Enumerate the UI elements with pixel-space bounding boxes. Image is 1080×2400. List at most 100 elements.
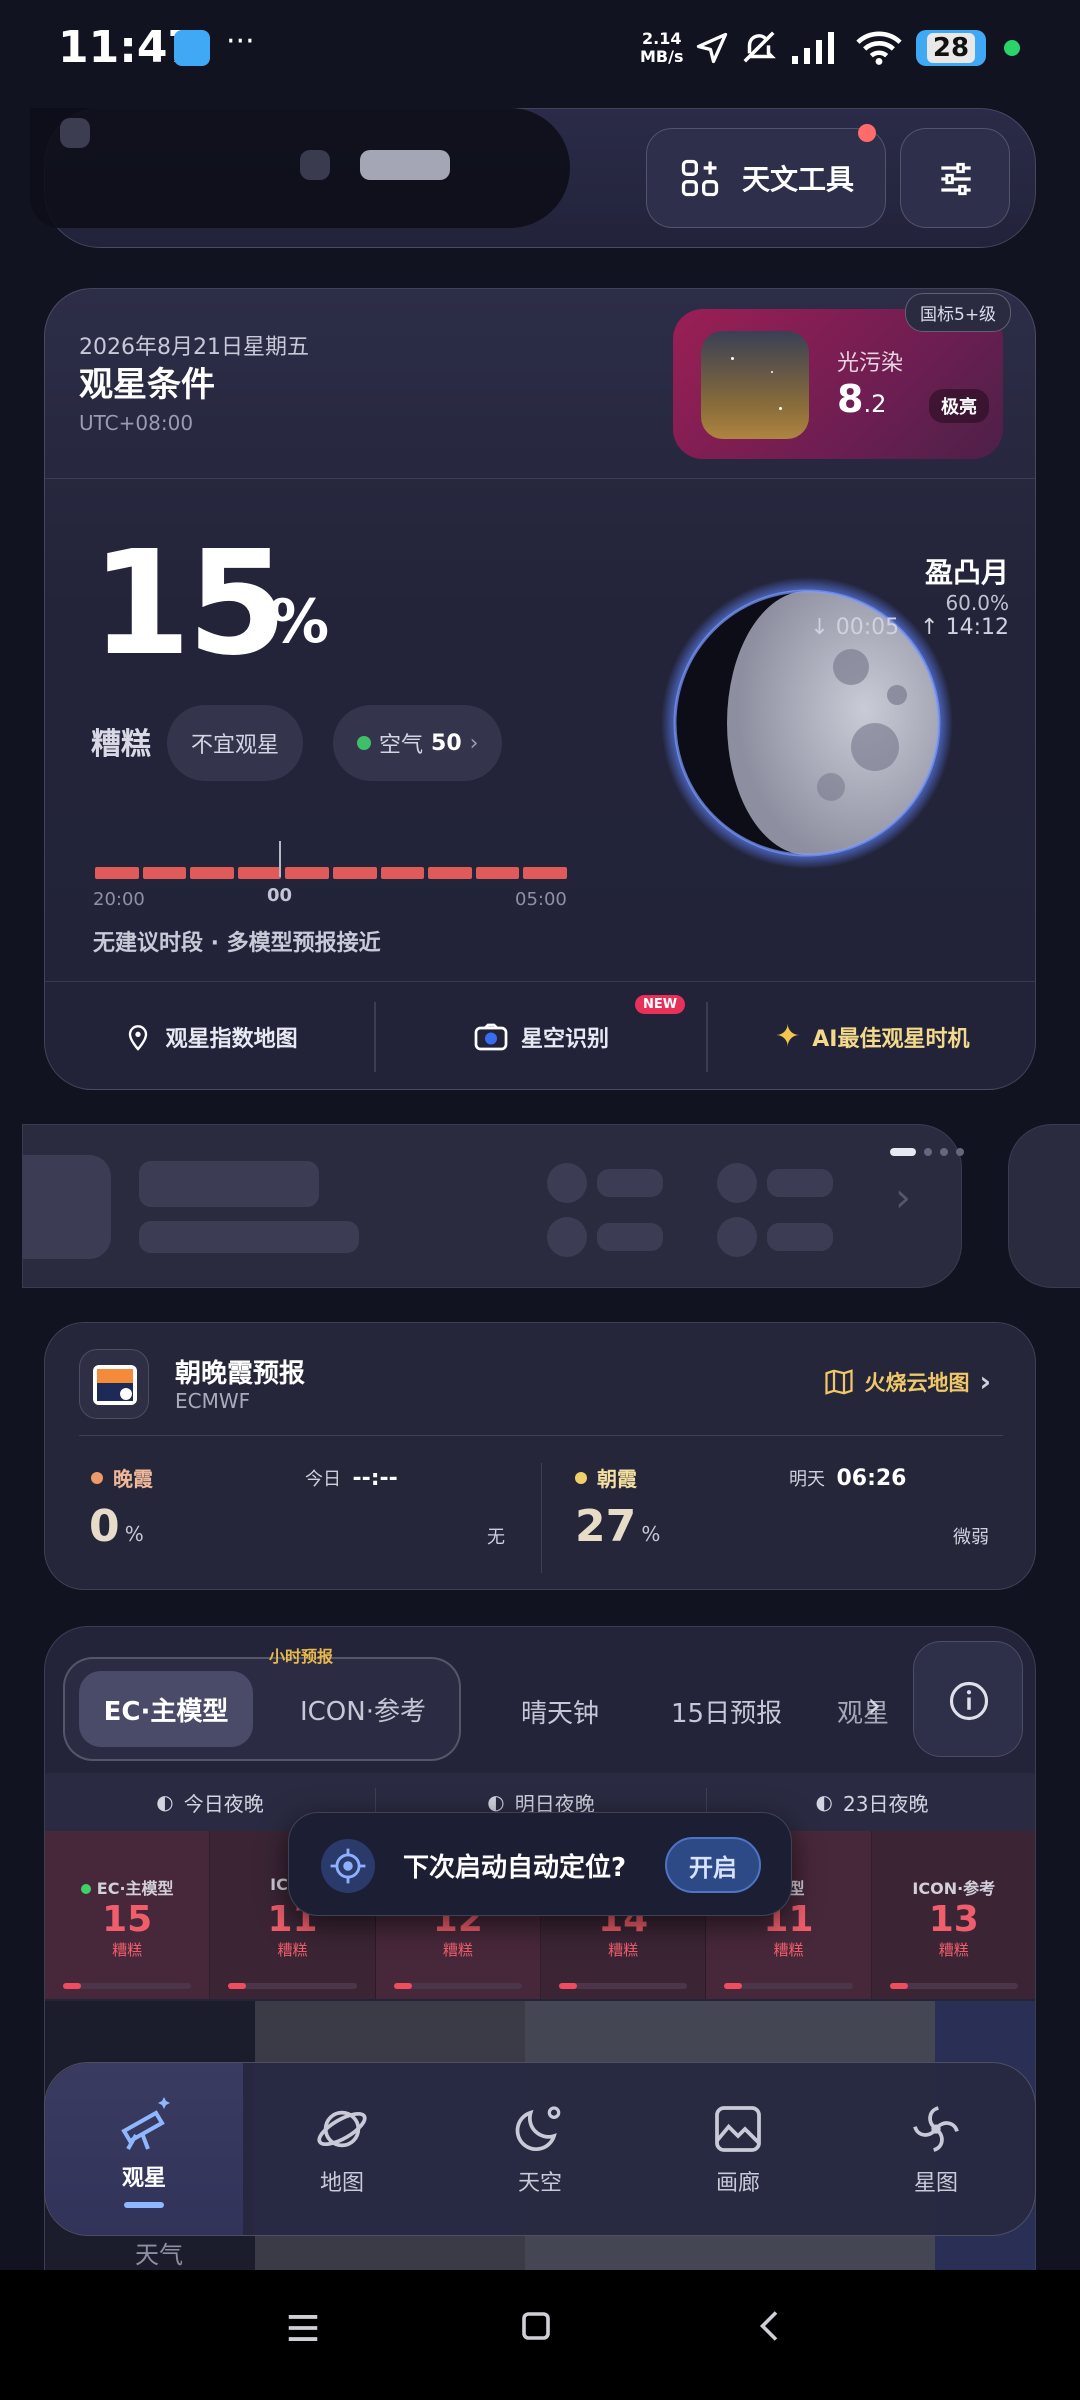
apps-grid-icon xyxy=(681,159,719,197)
privacy-dot xyxy=(1004,40,1020,56)
timeline-segment xyxy=(95,867,139,879)
tab-15-day[interactable]: 15日预报 xyxy=(671,1693,782,1730)
moon-phase: 盈凸月 xyxy=(924,556,1009,589)
nav-map[interactable]: 地图 xyxy=(243,2063,441,2235)
morning-label: 朝霞 xyxy=(597,1467,637,1491)
score-bar xyxy=(63,1983,192,1989)
score-cell[interactable]: EC·主模型 15 糟糕 xyxy=(45,1831,211,1999)
skeleton-block xyxy=(597,1223,663,1251)
timezone-label: UTC+08:00 xyxy=(79,411,194,435)
night-timeline[interactable] xyxy=(95,867,567,881)
enable-button[interactable]: 开启 xyxy=(665,1837,761,1893)
new-badge: NEW xyxy=(635,995,686,1014)
air-quality-chip[interactable]: 空气 50 › xyxy=(333,705,503,781)
moon-icon xyxy=(515,2106,561,2152)
nav-gallery[interactable]: 画廊 xyxy=(639,2063,837,2235)
moon-info: 盈凸月 60.0% ↓ 00:05 ↑ 14:12 xyxy=(810,551,1009,640)
auto-locate-toast: 下次启动自动定位? 开启 xyxy=(288,1812,792,1916)
score-percent-sign: % xyxy=(269,587,330,657)
axis-mid: 00 xyxy=(267,885,293,906)
score-bar xyxy=(228,1983,357,1989)
score-grade: 糟糕 xyxy=(773,1941,804,1959)
nav-sky[interactable]: 天空 xyxy=(441,2063,639,2235)
back-icon[interactable] xyxy=(752,2308,788,2344)
score-grade: 糟糕 xyxy=(112,1941,143,1959)
morning-glow-header: 朝霞 xyxy=(575,1463,637,1492)
timeline-segment xyxy=(523,867,567,879)
timeline-segment xyxy=(237,867,282,879)
notification-dot xyxy=(858,124,876,142)
axis-end: 05:00 xyxy=(515,889,567,910)
sky-recognition-label: 星空识别 xyxy=(520,1026,609,1052)
weather-row-label: 天气 xyxy=(135,2241,183,2269)
morning-value: 27 % xyxy=(575,1501,661,1552)
index-map-label: 观星指数地图 xyxy=(165,1026,298,1052)
score-value: 15 xyxy=(102,1899,153,1940)
index-map-link[interactable]: 观星指数地图 xyxy=(45,1002,374,1072)
sunset-image-icon xyxy=(93,1365,137,1405)
camera-icon xyxy=(474,1023,508,1050)
light-pollution-level: 极亮 xyxy=(929,389,989,423)
score-grade: 糟糕 xyxy=(938,1941,969,1959)
battery-level: 28 xyxy=(926,33,976,63)
info-button[interactable] xyxy=(913,1641,1023,1757)
score-grade: 糟糕 xyxy=(608,1941,639,1959)
evening-value: 0 % xyxy=(89,1501,144,1552)
fire-cloud-map-link[interactable]: 火烧云地图 › xyxy=(824,1365,991,1398)
astro-tools-button[interactable]: 天文工具 xyxy=(646,128,886,228)
timeline-segment xyxy=(190,867,234,879)
score-grade: 糟糕 xyxy=(91,727,151,762)
wifi-icon xyxy=(856,31,902,65)
score-cell[interactable]: ICON·参考 13 糟糕 xyxy=(871,1831,1035,1999)
sliders-icon xyxy=(941,162,971,196)
nav-stargazing[interactable]: 观星 xyxy=(45,2063,243,2235)
redacted-block xyxy=(60,118,90,148)
chevron-right-icon[interactable]: › xyxy=(895,1175,911,1221)
card-title: 观星条件 xyxy=(79,365,215,405)
sky-thumbnail xyxy=(701,331,809,439)
nav-star-chart[interactable]: 星图 xyxy=(837,2063,1035,2235)
more-dots-icon: ··· xyxy=(226,24,255,59)
arrow-down-icon: ↓ xyxy=(810,615,829,640)
next-card-peek[interactable] xyxy=(1008,1124,1080,1288)
air-label: 空气 xyxy=(379,733,424,758)
battery-indicator: 28 xyxy=(916,30,986,66)
score-bar xyxy=(393,1983,522,1989)
skeleton-block xyxy=(717,1217,757,1257)
stargazing-conditions-card[interactable]: 2026年8月21日星期五 观星条件 UTC+08:00 光污染 8.2 极亮 … xyxy=(44,288,1036,1090)
nav-star-chart-label: 星图 xyxy=(913,2171,958,2196)
redacted-block xyxy=(360,150,450,180)
score-grade: 糟糕 xyxy=(277,1941,308,1959)
system-navigation-bar xyxy=(0,2270,1080,2400)
redacted-block xyxy=(300,150,330,180)
pager-dot-active xyxy=(890,1148,916,1156)
glow-forecast-card[interactable]: 朝晚霞预报 ECMWF 火烧云地图 › 晚霞 今日 --:-- 0 % 无 朝霞… xyxy=(44,1322,1036,1590)
info-icon xyxy=(949,1681,989,1721)
evening-time: 今日 --:-- xyxy=(305,1466,398,1491)
skeleton-block xyxy=(767,1169,833,1197)
timeline-segment xyxy=(475,867,520,879)
tab-clear-sky-clock[interactable]: 晴天钟 xyxy=(521,1693,599,1730)
moon-phase-icon: ◐ xyxy=(487,1790,505,1814)
nav-map-label: 地图 xyxy=(319,2171,364,2196)
ai-best-time-link[interactable]: ✦ AI最佳观星时机 xyxy=(705,1001,1035,1072)
settings-button[interactable] xyxy=(900,128,1010,228)
bottom-navigation: 观星 地图 天空 画廊 星图 xyxy=(44,2062,1036,2236)
skeleton-block xyxy=(23,1155,111,1259)
moon-phase-icon: ◐ xyxy=(156,1790,174,1814)
icon-model-tab[interactable]: ICON·参考 xyxy=(275,1671,451,1747)
moonset-time: 00:05 xyxy=(835,615,900,640)
timeline-segment xyxy=(380,867,425,879)
loading-placeholder-card: › xyxy=(22,1124,962,1288)
intl-standard-badge: 国标5+级 xyxy=(905,293,1012,332)
chevron-right-icon: › xyxy=(979,1365,991,1398)
locate-icon xyxy=(321,1839,375,1893)
ec-model-tab[interactable]: EC·主模型 xyxy=(79,1671,253,1747)
home-icon[interactable] xyxy=(518,2308,554,2344)
skeleton-block xyxy=(139,1221,359,1253)
tabs-scroll-chevron-icon[interactable]: › xyxy=(867,1685,881,1726)
morning-level: 微弱 xyxy=(953,1527,989,1548)
score-model: ICON·参考 xyxy=(912,1879,996,1898)
menu-icon[interactable] xyxy=(284,2310,322,2346)
timeline-segment xyxy=(332,867,377,879)
